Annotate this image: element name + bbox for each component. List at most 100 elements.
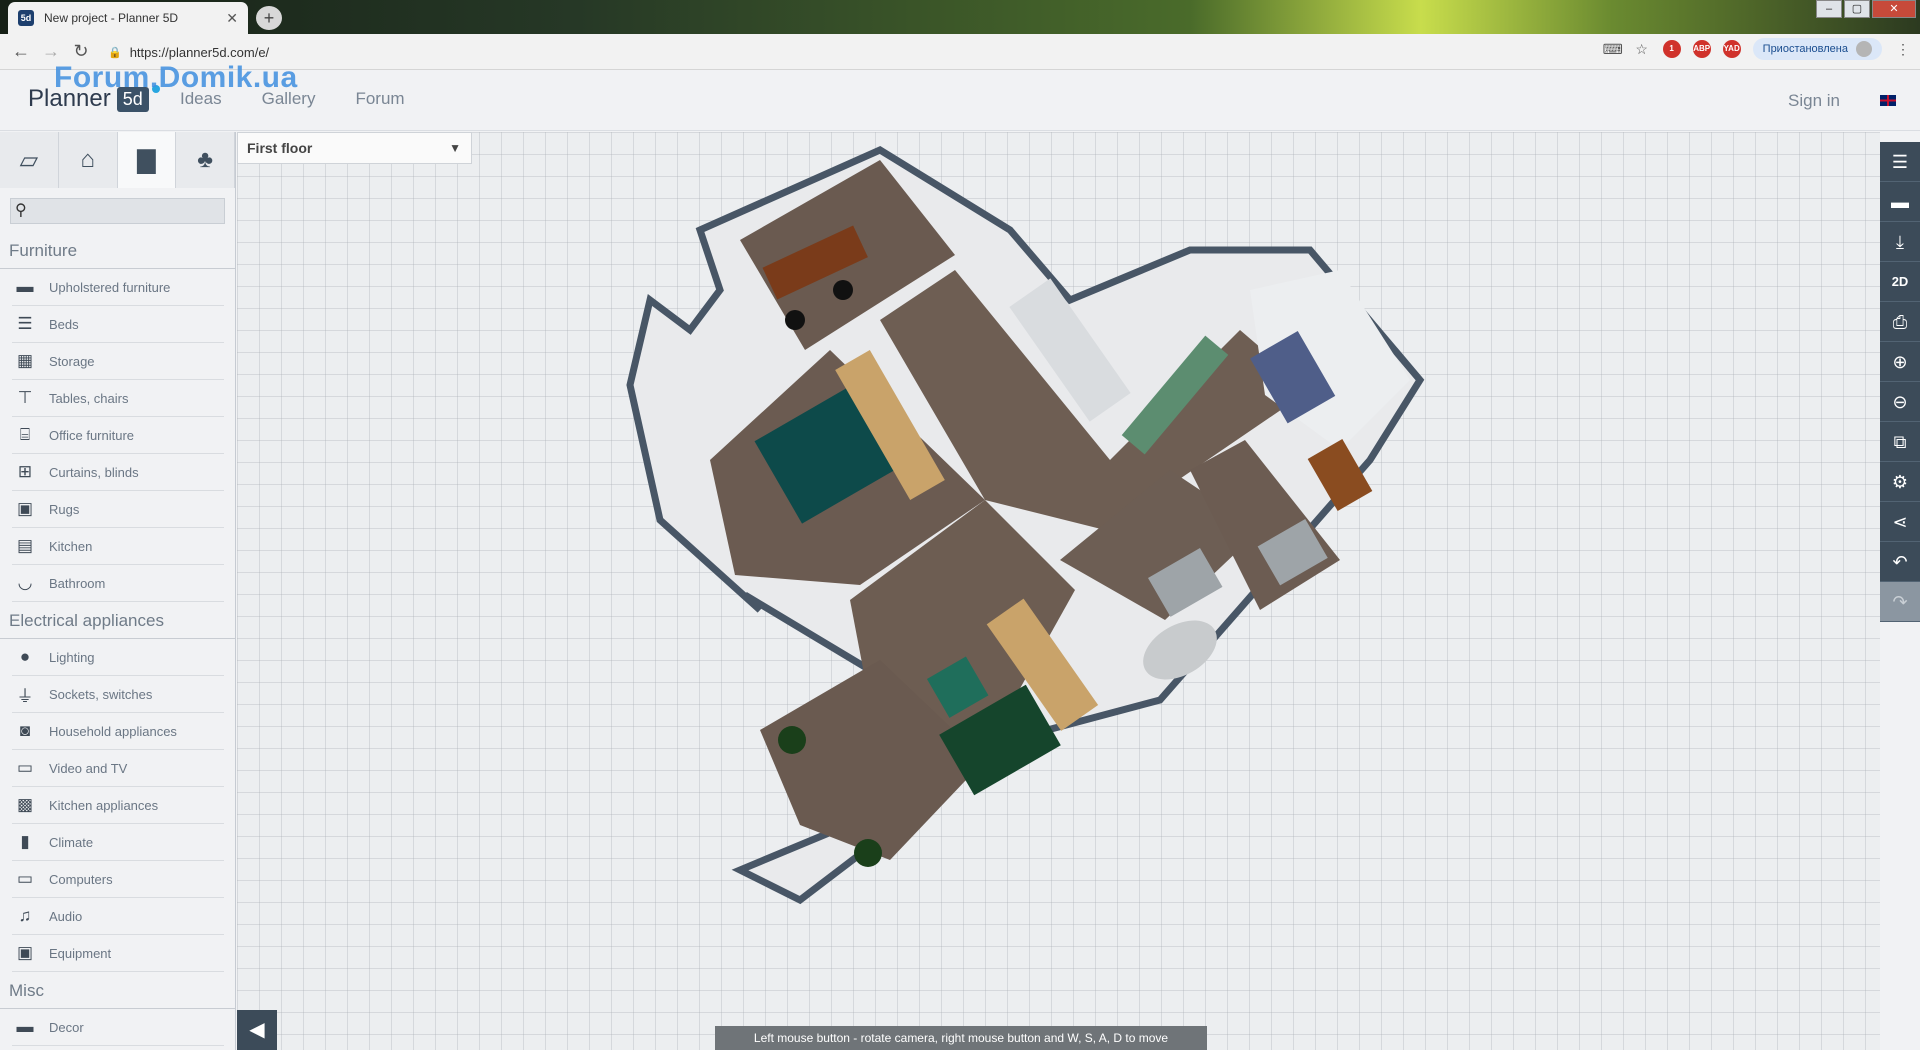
close-tab-icon[interactable]: ✕ [226, 10, 238, 27]
new-tab-button[interactable]: + [256, 6, 282, 30]
3d-canvas[interactable]: First floor ▼ Left mouse button - rotate… [237, 132, 1880, 1050]
menu-kebab-icon[interactable]: ⋮ [1894, 40, 1912, 58]
main-nav: Ideas Gallery Forum [180, 89, 405, 109]
profile-button[interactable]: Приостановлена [1752, 38, 1882, 60]
category-header[interactable]: Furniture [0, 232, 235, 269]
collapse-panel-button[interactable]: ◀ [237, 1010, 277, 1050]
rug-icon: ▣ [16, 499, 34, 518]
category-item[interactable]: ▬ Upholstered furniture [12, 269, 224, 306]
category-item[interactable]: ◙ Household appliances [12, 713, 224, 750]
close-window-icon[interactable]: ✕ [1872, 0, 1916, 18]
category-item[interactable]: ▤ Kitchen [12, 528, 224, 565]
fullscreen-button[interactable]: ⧉ [1880, 422, 1920, 462]
settings-button[interactable]: ⚙ [1880, 462, 1920, 502]
category-item[interactable]: ▣ Equipment [12, 935, 224, 972]
category-item-label: Curtains, blinds [49, 464, 139, 480]
adblock-icon[interactable]: ABP [1692, 40, 1711, 58]
zoom-out-button[interactable]: ⊖ [1880, 382, 1920, 422]
category-item-label: Tables, chairs [49, 390, 129, 406]
floor-plan-3d-render[interactable] [237, 132, 1880, 1050]
hamburger-icon: ☰ [1891, 152, 1909, 172]
window-controls: – ▢ ✕ [1816, 0, 1916, 18]
category-item[interactable]: ▩ Kitchen appliances [12, 787, 224, 824]
minimize-icon[interactable]: – [1816, 0, 1842, 18]
extension-badge-icon[interactable]: 1 [1662, 40, 1681, 58]
tab-plan[interactable]: ▱ [0, 132, 59, 188]
translate-icon[interactable]: ⌨ [1603, 40, 1623, 58]
maximize-icon[interactable]: ▢ [1844, 0, 1870, 18]
decor-icon: ▬ [16, 1017, 34, 1036]
undo-button[interactable]: ↶ [1880, 542, 1920, 582]
nav-gallery[interactable]: Gallery [262, 89, 316, 109]
menu-button[interactable]: ☰ [1880, 142, 1920, 182]
undo-icon: ↶ [1892, 552, 1908, 572]
share-button[interactable]: ⋖ [1880, 502, 1920, 542]
extensions-area: ⌨ ☆ 1 ABP YAD Приостановлена ⋮ [1603, 38, 1912, 60]
category-header[interactable]: Misc [0, 972, 235, 1009]
category-item[interactable]: ⊞ Curtains, blinds [12, 454, 224, 491]
bulb-icon: ● [19, 647, 31, 666]
category-item[interactable]: ⏚ Sockets, switches [12, 676, 224, 713]
external-link-icon: ⧉ [1893, 432, 1907, 452]
back-icon[interactable]: ← [6, 41, 36, 62]
sofa-icon: ▇ [137, 146, 156, 174]
category-item[interactable]: ▭ Video and TV [12, 750, 224, 787]
url-text: https://planner5d.com/e/ [129, 44, 270, 60]
stove-icon: ▩ [16, 795, 34, 814]
browser-tab[interactable]: 5d New project - Planner 5D ✕ [8, 2, 248, 34]
category-item[interactable]: ● Lighting [12, 639, 224, 676]
category-item-label: Kitchen appliances [49, 797, 159, 813]
catalog-panel: ▱ ⌂ ▇ ♣ ⚲ Furniture ▬ Upholstered furnitur… [0, 132, 236, 1050]
save-button[interactable]: ⤓ [1880, 222, 1920, 262]
download-icon: ⤓ [1896, 232, 1904, 252]
category-item-label: Equipment [49, 945, 112, 961]
zoom-in-button[interactable]: ⊕ [1880, 342, 1920, 382]
reload-icon[interactable]: ↻ [66, 41, 96, 62]
category-item[interactable]: ▦ Storage [12, 343, 224, 380]
category-item[interactable]: ⊤ Tables, chairs [12, 380, 224, 417]
nav-forum[interactable]: Forum [355, 89, 404, 109]
category-item[interactable]: ▮ Climate [12, 824, 224, 861]
planner5d-favicon: 5d [18, 10, 34, 26]
open-project-button[interactable]: ▬ [1880, 182, 1920, 222]
category-item[interactable]: ☰ Beds [12, 306, 224, 343]
address-bar[interactable]: 🔒 https://planner5d.com/e/ [108, 39, 1548, 65]
plug-icon: ⏚ [16, 686, 34, 706]
forward-icon[interactable]: → [36, 41, 66, 62]
print-button[interactable]: ⎙ [1880, 302, 1920, 342]
tab-title: New project - Planner 5D [44, 11, 179, 25]
category-item[interactable]: ◡ Bathroom [12, 565, 224, 602]
bookmark-star-icon[interactable]: ☆ [1633, 40, 1651, 58]
nav-ideas[interactable]: Ideas [180, 89, 222, 109]
category-header[interactable]: Electrical appliances [0, 602, 235, 639]
table-icon: ⊤ [17, 388, 33, 407]
tab-outdoor[interactable]: ♣ [176, 132, 235, 188]
avatar [1856, 41, 1872, 57]
sofa-icon: ▬ [16, 277, 34, 296]
category-item[interactable]: ♫ Audio [12, 898, 224, 935]
sign-in-link[interactable]: Sign in [1788, 91, 1840, 111]
gear-icon: ⚙ [1891, 472, 1909, 492]
storage-icon: ▦ [16, 351, 34, 370]
search-input[interactable] [11, 199, 224, 223]
tab-home[interactable]: ⌂ [58, 132, 118, 188]
category-item-label: Rugs [49, 501, 80, 517]
uk-flag-icon[interactable] [1880, 95, 1896, 106]
category-item[interactable]: ⌸ Office furniture [12, 417, 224, 454]
printer-icon: ⎙ [1892, 312, 1908, 332]
plan-icon: ▱ [19, 146, 39, 174]
yandex-icon[interactable]: YAD [1722, 40, 1741, 58]
category-item-label: Upholstered furniture [49, 279, 171, 295]
redo-button[interactable]: ↷ [1880, 582, 1920, 622]
bed-icon: ☰ [17, 314, 33, 333]
washer-icon: ◙ [19, 721, 31, 740]
view-2d-button[interactable]: 2D [1880, 262, 1920, 302]
category-item[interactable]: ▭ Computers [12, 861, 224, 898]
category-item[interactable]: ▣ Rugs [12, 491, 224, 528]
category-item[interactable]: ▬ Decor [12, 1009, 224, 1046]
folder-icon: ▬ [1891, 192, 1909, 212]
tab-furniture[interactable]: ▇ [117, 132, 177, 188]
redo-icon: ↷ [1892, 592, 1908, 612]
category-item-label: Computers [49, 871, 113, 887]
right-toolbar: ☰ ▬ ⤓ 2D ⎙ ⊕ ⊖ ⧉ ⚙ ⋖ ↶ ↷ [1880, 142, 1920, 622]
